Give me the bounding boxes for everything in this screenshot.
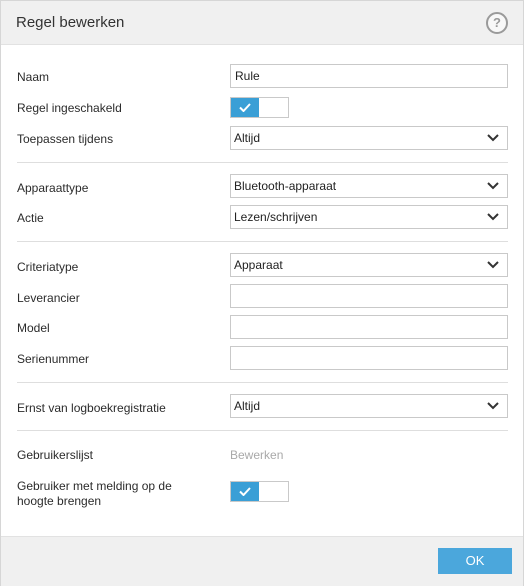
vendor-input[interactable]	[230, 284, 508, 308]
toggle-on-segment	[231, 98, 259, 117]
criteria-type-label: Criteriatype	[17, 260, 79, 274]
action-label: Actie	[17, 211, 44, 225]
action-select[interactable]: Lezen/schrijven	[230, 205, 508, 229]
model-label: Model	[17, 321, 50, 335]
rule-enabled-label: Regel ingeschakeld	[17, 101, 122, 115]
help-icon[interactable]: ?	[486, 12, 508, 34]
log-severity-value: Altijd	[234, 399, 261, 413]
notify-user-toggle[interactable]	[230, 481, 289, 502]
ok-button[interactable]: OK	[438, 548, 512, 574]
toggle-on-segment	[231, 482, 259, 501]
chevron-down-icon	[487, 134, 499, 142]
section-divider	[17, 430, 508, 431]
vendor-label: Leverancier	[17, 291, 80, 305]
checkmark-icon	[239, 487, 251, 496]
device-type-select[interactable]: Bluetooth-apparaat	[230, 174, 508, 198]
section-divider	[17, 162, 508, 163]
criteria-type-select[interactable]: Apparaat	[230, 253, 508, 277]
user-list-edit-link[interactable]: Bewerken	[230, 448, 283, 462]
chevron-down-icon	[487, 213, 499, 221]
device-type-value: Bluetooth-apparaat	[234, 179, 337, 193]
device-type-label: Apparaattype	[17, 181, 89, 195]
notify-user-label-line2: hoogte brengen	[17, 494, 102, 508]
user-list-label: Gebruikerslijst	[17, 448, 94, 462]
edit-rule-dialog: Regel bewerken ? Naam Regel ingeschakeld…	[0, 0, 524, 586]
dialog-footer: OK	[1, 536, 523, 586]
apply-during-value: Altijd	[234, 131, 261, 145]
chevron-down-icon	[487, 402, 499, 410]
serial-number-input[interactable]	[230, 346, 508, 370]
section-divider	[17, 241, 508, 242]
section-divider	[17, 382, 508, 383]
dialog-title: Regel bewerken	[16, 14, 125, 31]
apply-during-label: Toepassen tijdens	[17, 132, 114, 146]
log-severity-select[interactable]: Altijd	[230, 394, 508, 418]
model-input[interactable]	[230, 315, 508, 339]
notify-user-label-line1: Gebruiker met melding op de	[17, 479, 172, 493]
action-value: Lezen/schrijven	[234, 210, 318, 224]
log-severity-label: Ernst van logboekregistratie	[17, 401, 166, 415]
name-label: Naam	[17, 70, 50, 84]
apply-during-select[interactable]: Altijd	[230, 126, 508, 150]
chevron-down-icon	[487, 182, 499, 190]
rule-enabled-toggle[interactable]	[230, 97, 289, 118]
chevron-down-icon	[487, 261, 499, 269]
criteria-type-value: Apparaat	[234, 258, 283, 272]
dialog-header: Regel bewerken ?	[1, 1, 523, 45]
serial-number-label: Serienummer	[17, 352, 90, 366]
checkmark-icon	[239, 103, 251, 112]
name-input[interactable]	[230, 64, 508, 88]
